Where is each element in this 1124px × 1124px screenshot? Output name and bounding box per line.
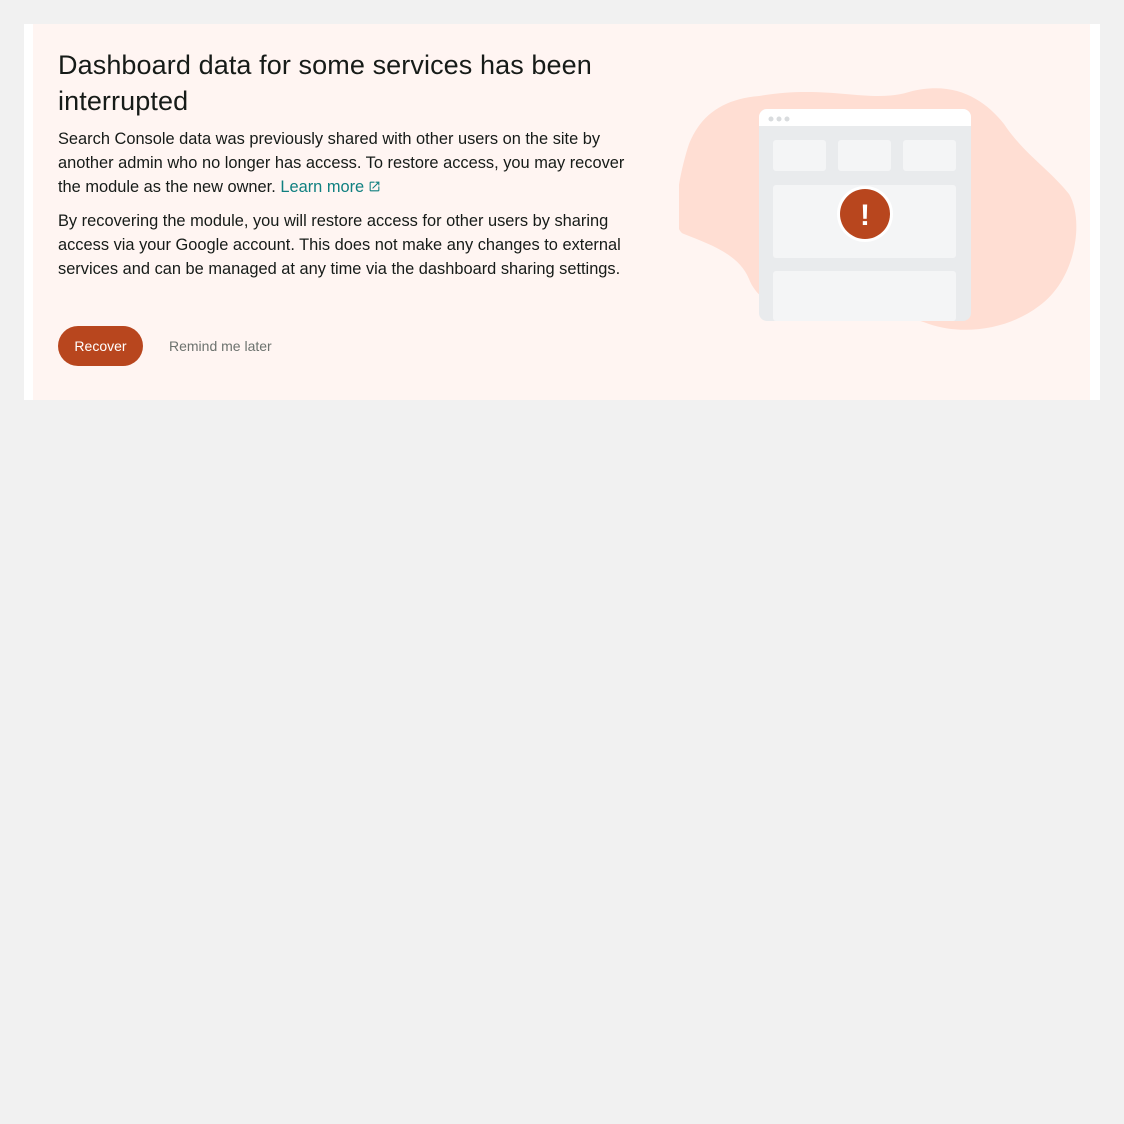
dashboard-sharing-notice: Dashboard data for some services has bee…	[33, 24, 1090, 400]
remind-me-later-button[interactable]: Remind me later	[157, 326, 284, 366]
learn-more-label: Learn more	[280, 178, 365, 196]
notice-title: Dashboard data for some services has bee…	[58, 50, 592, 116]
dashboard-alert-illustration: !	[679, 88, 1077, 330]
notice-container: Dashboard data for some services has bee…	[24, 24, 1100, 400]
notice-details: By recovering the module, you will resto…	[58, 212, 621, 278]
notice-description: Search Console data was previously share…	[58, 127, 650, 199]
alert-symbol: !	[860, 199, 870, 232]
learn-more-link[interactable]: Learn more	[280, 178, 381, 196]
alert-icon: !	[837, 186, 893, 242]
recover-button[interactable]: Recover	[58, 326, 143, 366]
external-link-icon	[369, 181, 380, 192]
